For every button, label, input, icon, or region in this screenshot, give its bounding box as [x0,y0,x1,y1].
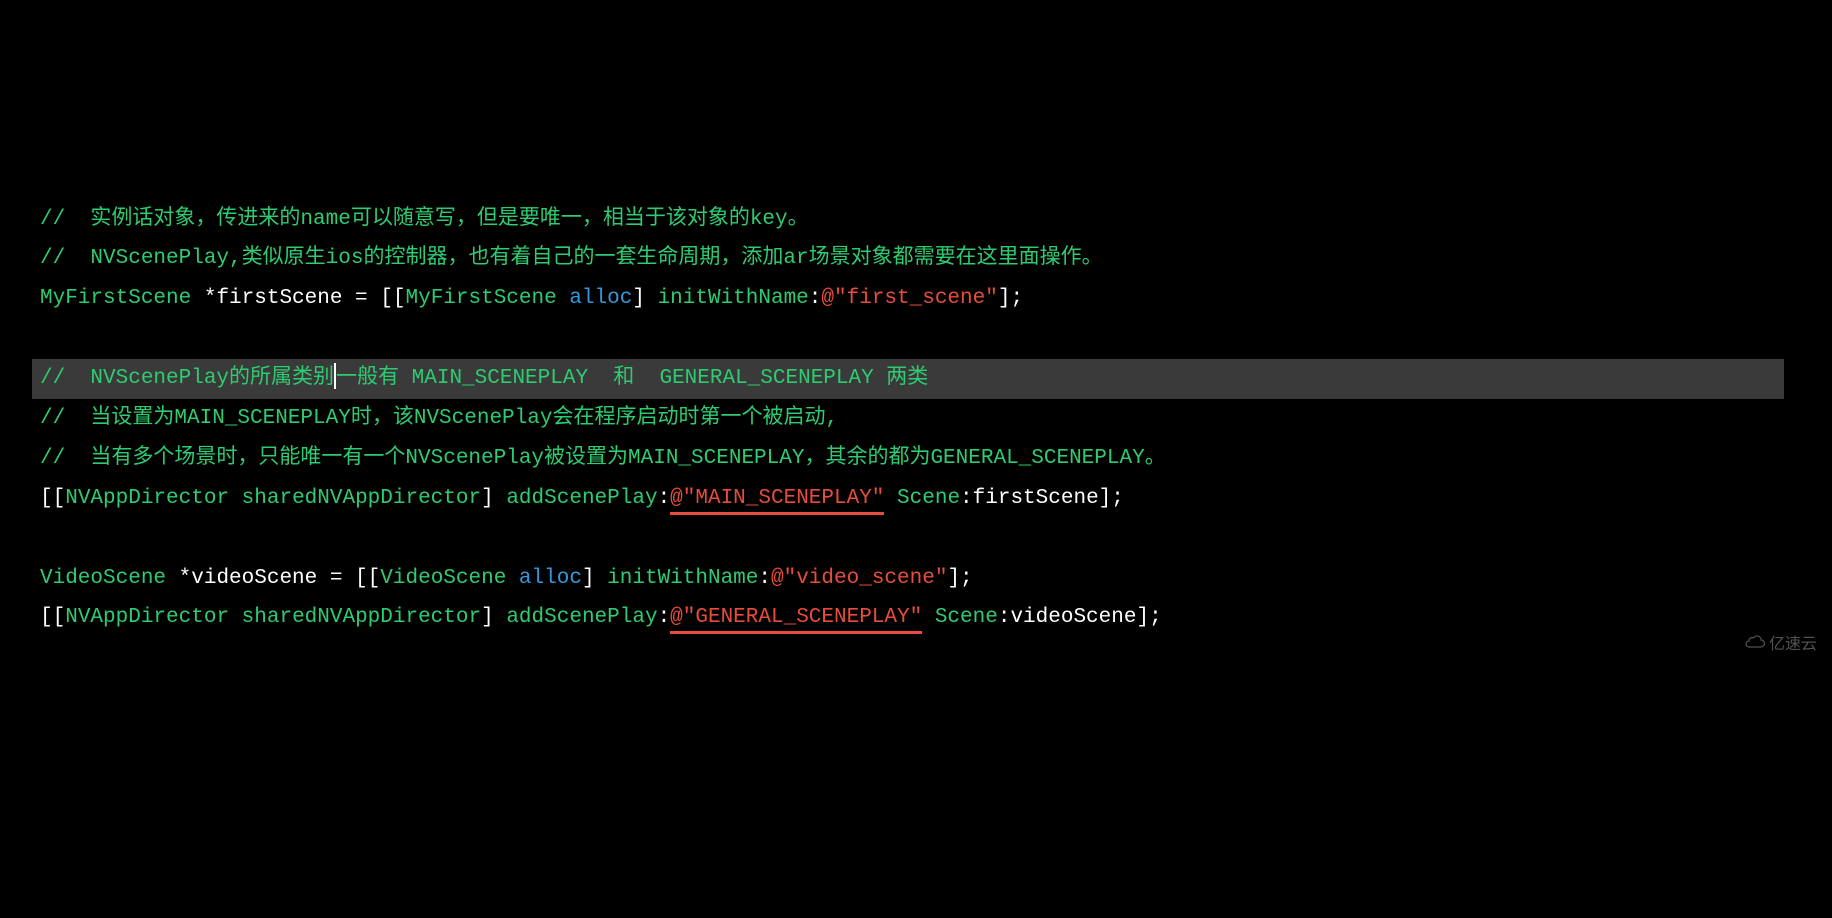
token-text: ]; [947,567,972,590]
comment-text: // 实例话对象，传进来的name可以随意写，但是要唯一，相当于该对象的key。 [40,208,809,231]
token-text [884,487,897,510]
token-text: [[ [40,487,65,510]
code-line: // 当有多个场景时，只能唯一有一个NVScenePlay被设置为MAIN_SC… [40,439,1832,479]
token-method: Scene [897,487,960,510]
token-keyword: alloc [569,287,632,310]
comment-text: // NVScenePlay,类似原生ios的控制器，也有着自己的一套生命周期，… [40,247,1103,270]
code-line [40,319,1832,359]
token-method: sharedNVAppDirector [242,487,481,510]
token-text [506,567,519,590]
token-method: addScenePlay [506,606,657,629]
token-type: VideoScene [40,567,166,590]
code-line: VideoScene *videoScene = [[VideoScene al… [40,559,1832,599]
comment-text: // 当设置为MAIN_SCENEPLAY时，该NVScenePlay会在程序启… [40,407,838,430]
token-method: sharedNVAppDirector [242,606,481,629]
token-type: MyFirstScene [405,287,556,310]
token-text [229,606,242,629]
watermark: 亿速云 [1718,568,1817,690]
token-method: Scene [935,606,998,629]
highlighted-line: // NVScenePlay的所属类别一般有 MAIN_SCENEPLAY 和 … [32,359,1784,399]
token-text: :firstScene]; [960,487,1124,510]
token-string: @"video_scene" [771,567,947,590]
token-text: :videoScene]; [998,606,1162,629]
token-text: : [809,287,822,310]
token-text: ]; [998,287,1023,310]
code-editor[interactable]: // 实例话对象，传进来的name可以随意写，但是要唯一，相当于该对象的key。… [40,200,1832,639]
code-line: [[NVAppDirector sharedNVAppDirector] add… [40,479,1832,519]
token-method: addScenePlay [506,487,657,510]
token-text: ] [481,606,506,629]
token-text: : [658,487,671,510]
token-text [229,487,242,510]
token-text: ] [481,487,506,510]
token-keyword: alloc [519,567,582,590]
text-cursor [334,363,336,388]
code-line: MyFirstScene *firstScene = [[MyFirstScen… [40,279,1832,319]
token-text: *videoScene = [[ [166,567,380,590]
token-string: @"GENERAL_SCENEPLAY" [670,606,922,634]
token-type: NVAppDirector [65,487,229,510]
token-text [557,287,570,310]
token-method: initWithName [658,287,809,310]
code-line: // NVScenePlay,类似原生ios的控制器，也有着自己的一套生命周期，… [40,239,1832,279]
token-text: ] [582,567,607,590]
token-string: @"MAIN_SCENEPLAY" [670,487,884,515]
token-type: NVAppDirector [65,606,229,629]
token-type: VideoScene [380,567,506,590]
token-method: initWithName [607,567,758,590]
token-text [922,606,935,629]
token-text: : [758,567,771,590]
token-type: MyFirstScene [40,287,191,310]
code-line: [[NVAppDirector sharedNVAppDirector] add… [40,598,1832,638]
code-line: // 实例话对象，传进来的name可以随意写，但是要唯一，相当于该对象的key。 [40,200,1832,240]
cloud-icon [1727,599,1765,690]
token-text: [[ [40,606,65,629]
watermark-text: 亿速云 [1769,636,1817,653]
code-line: // 当设置为MAIN_SCENEPLAY时，该NVScenePlay会在程序启… [40,399,1832,439]
token-string: @"first_scene" [821,287,997,310]
comment-text: // 当有多个场景时，只能唯一有一个NVScenePlay被设置为MAIN_SC… [40,447,1166,470]
code-line [40,519,1832,559]
code-line: // NVScenePlay的所属类别一般有 MAIN_SCENEPLAY 和 … [40,359,1832,399]
token-text: : [658,606,671,629]
comment-text: // NVScenePlay的所属类别一般有 MAIN_SCENEPLAY 和 … [40,367,928,390]
token-text: ] [632,287,657,310]
token-text: *firstScene = [[ [191,287,405,310]
